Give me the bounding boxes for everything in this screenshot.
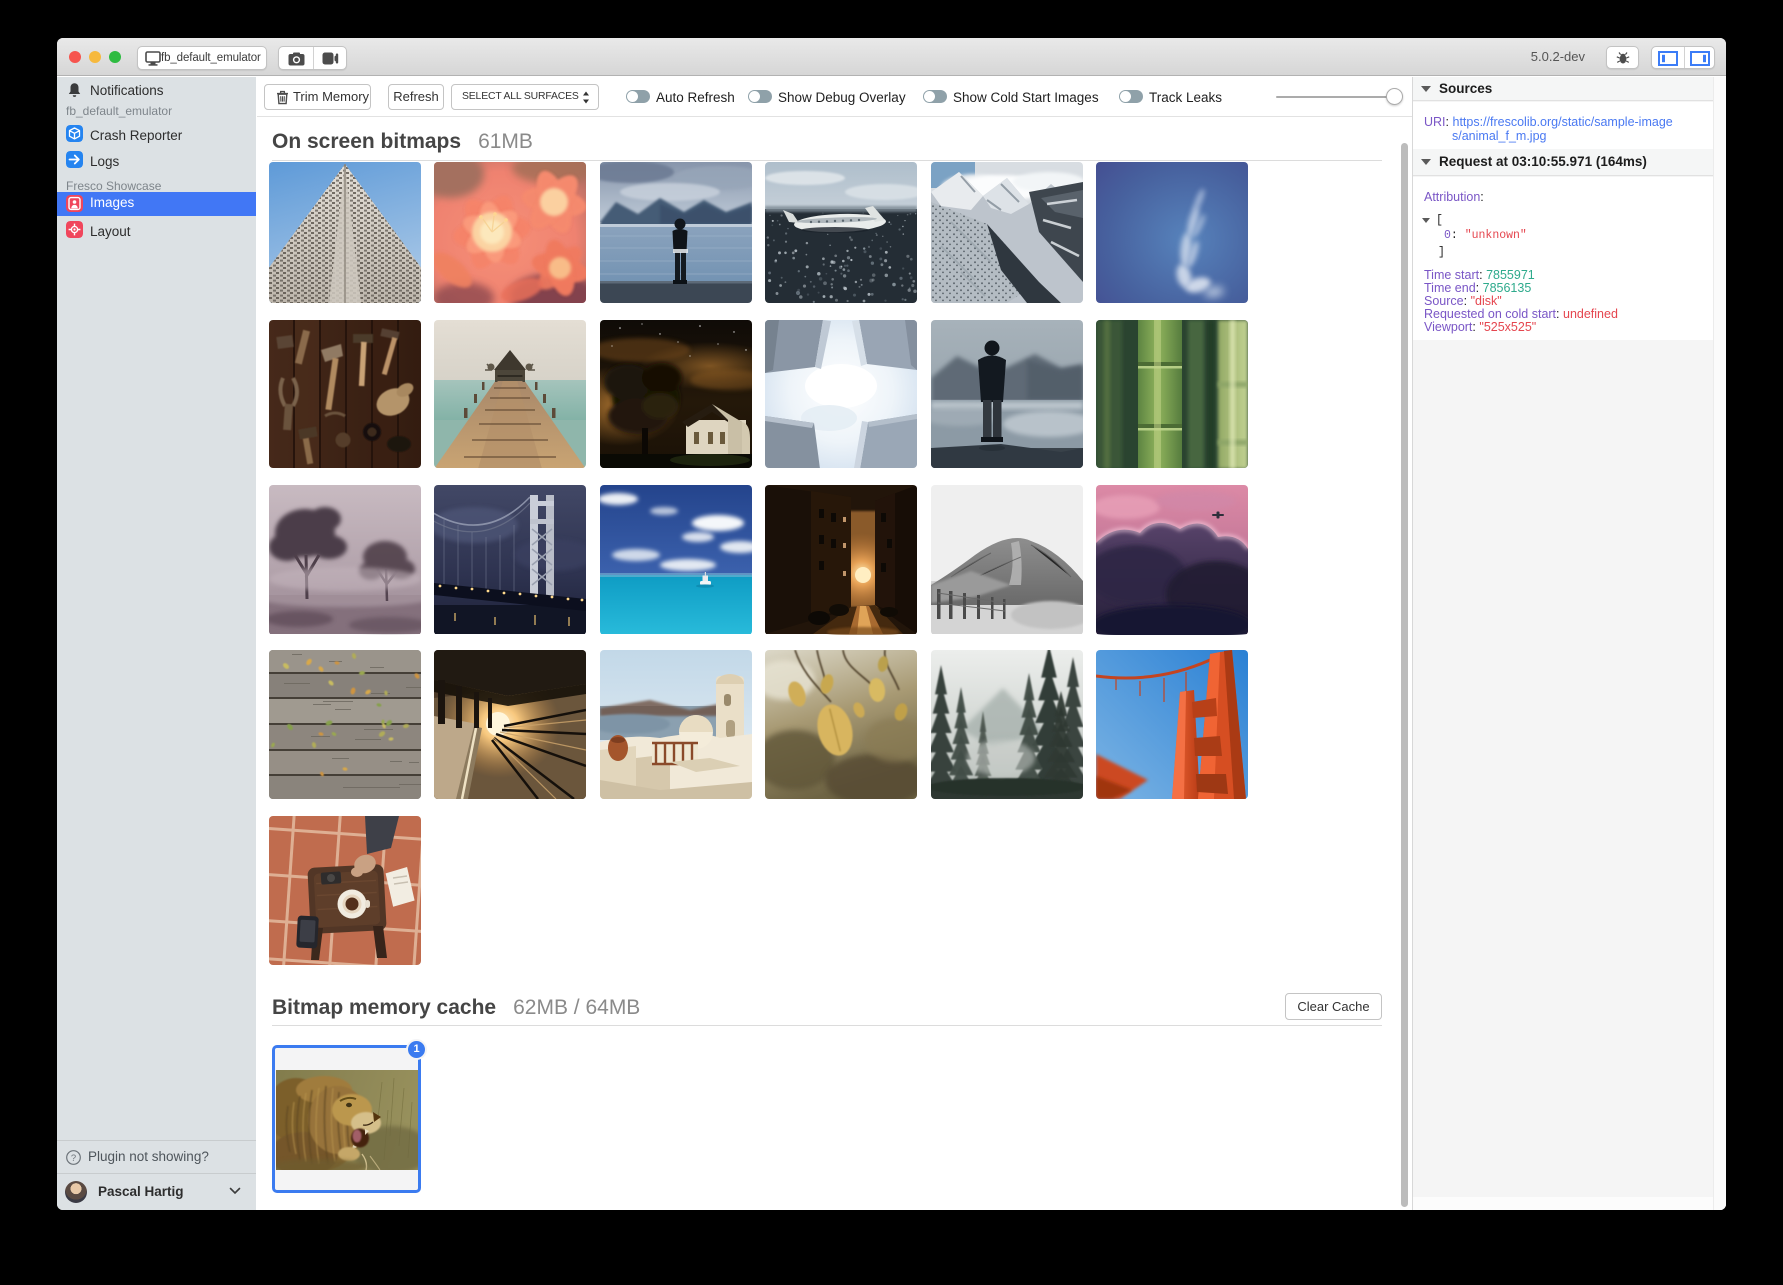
- svg-text:?: ?: [71, 1153, 76, 1164]
